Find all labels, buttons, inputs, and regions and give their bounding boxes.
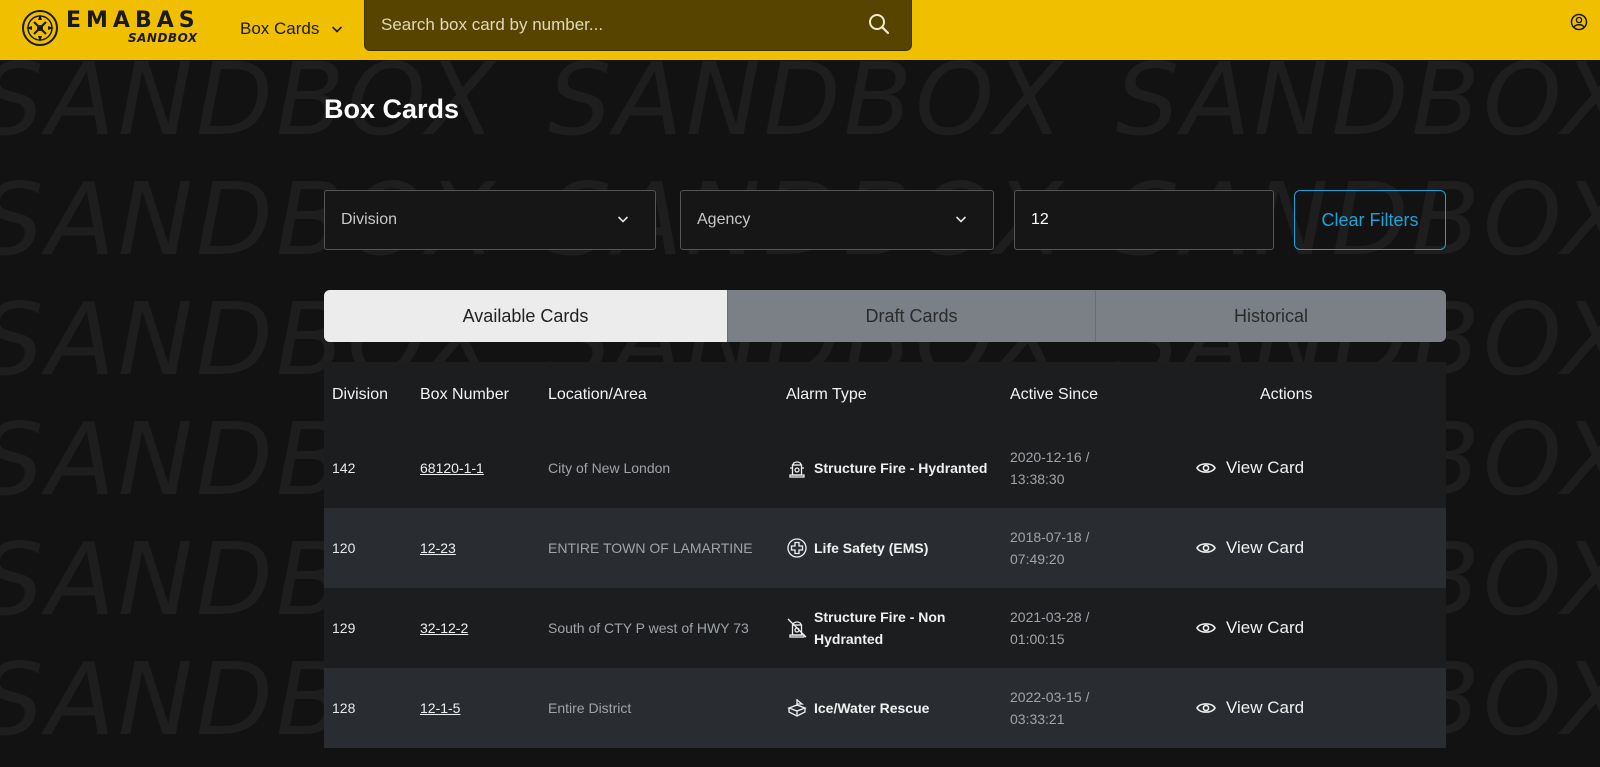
- eye-icon: [1196, 703, 1216, 713]
- agency-select-label: Agency: [697, 211, 751, 228]
- medical-cross-icon: [787, 538, 807, 558]
- chevron-down-icon: [332, 26, 343, 33]
- alarm-type-label: Structure Fire - Hydranted: [814, 460, 988, 476]
- box-number-link[interactable]: 32-12-2: [420, 620, 468, 636]
- firefighter-badge-icon: [22, 10, 58, 46]
- table-row: 120 12-23 ENTIRE TOWN OF LAMARTINE Life …: [324, 508, 1446, 588]
- column-header-active-since: Active Since: [1010, 386, 1099, 403]
- cell-location: ENTIRE TOWN OF LAMARTINE: [548, 540, 753, 556]
- cell-box-number: 12-23: [420, 508, 456, 588]
- box-number-link[interactable]: 12-1-5: [420, 700, 460, 716]
- boat-icon: [787, 699, 807, 717]
- tab-draft-cards[interactable]: Draft Cards: [727, 290, 1095, 342]
- agency-select[interactable]: Agency: [680, 190, 994, 250]
- column-header-box-number: Box Number: [420, 386, 509, 403]
- view-card-button[interactable]: View Card: [1196, 668, 1304, 748]
- cell-alarm-type: Life Safety (EMS): [786, 508, 1002, 588]
- box-cards-nav-menu[interactable]: Box Cards: [240, 12, 345, 46]
- alarm-icon-wrap: [786, 697, 814, 719]
- cell-division: 128: [332, 700, 356, 716]
- cell-location: Entire District: [548, 700, 632, 716]
- brand-logo[interactable]: EMABAS SANDBOX: [20, 4, 197, 54]
- cell-location: South of CTY P west of HWY 73: [548, 620, 749, 636]
- chevron-down-icon: [955, 216, 967, 223]
- column-header-location: Location/Area: [548, 386, 647, 403]
- clear-filters-button[interactable]: Clear Filters: [1294, 190, 1446, 250]
- column-header-alarm-type: Alarm Type: [786, 386, 867, 403]
- no-hydrant-icon: [787, 618, 807, 638]
- cell-active-since: 2018-07-18 /07:49:20: [1010, 529, 1090, 567]
- view-card-button[interactable]: View Card: [1196, 588, 1304, 668]
- alarm-icon-wrap: [786, 617, 814, 639]
- division-select-label: Division: [341, 211, 398, 228]
- brand-subtitle: SANDBOX: [128, 31, 198, 45]
- cell-division: 142: [332, 460, 356, 476]
- cell-active-since: 2020-12-16 /13:38:30: [1010, 449, 1090, 487]
- brand-name: EMABAS: [66, 8, 200, 33]
- box-cards-table: Division Box Number Location/Area Alarm …: [324, 362, 1446, 748]
- view-card-label: View Card: [1226, 538, 1305, 557]
- table-row: 142 68120-1-1 City of New London Structu…: [324, 428, 1446, 508]
- cell-box-number: 12-1-5: [420, 668, 460, 748]
- card-tabs: Available Cards Draft Cards Historical: [324, 290, 1446, 342]
- page-title: Box Cards: [324, 94, 460, 124]
- cell-box-number: 32-12-2: [420, 588, 468, 668]
- alarm-type-label: Structure Fire - Non Hydranted: [814, 609, 946, 647]
- alarm-icon-wrap: [786, 457, 814, 479]
- watermark-text: SANDBOX: [547, 60, 1066, 158]
- search-input[interactable]: [379, 0, 853, 50]
- table-row: 129 32-12-2 South of CTY P west of HWY 7…: [324, 588, 1446, 668]
- box-number-link[interactable]: 68120-1-1: [420, 460, 484, 476]
- view-card-label: View Card: [1226, 618, 1305, 637]
- cell-alarm-type: Ice/Water Rescue: [786, 668, 1002, 748]
- hydrant-icon: [789, 461, 805, 478]
- alarm-icon-wrap: [786, 537, 814, 559]
- view-card-button[interactable]: View Card: [1196, 428, 1304, 508]
- cell-location: City of New London: [548, 460, 671, 476]
- box-number-filter-input[interactable]: [1014, 190, 1274, 250]
- table-row: 128 12-1-5 Entire District Ice/Water Res…: [324, 668, 1446, 748]
- column-header-actions: Actions: [1260, 386, 1313, 403]
- search-bar: [364, 0, 912, 51]
- eye-icon: [1196, 463, 1216, 473]
- cell-division: 129: [332, 620, 356, 636]
- view-card-label: View Card: [1226, 698, 1305, 717]
- cell-alarm-type: Structure Fire - Non Hydranted: [786, 588, 1002, 668]
- tab-available-cards[interactable]: Available Cards: [324, 290, 727, 342]
- view-card-button[interactable]: View Card: [1196, 508, 1304, 588]
- box-number-link[interactable]: 12-23: [420, 540, 456, 556]
- watermark-text: SANDBOX: [1115, 60, 1600, 158]
- cell-active-since: 2022-03-15 /03:33:21: [1010, 689, 1090, 727]
- table-body: 142 68120-1-1 City of New London Structu…: [324, 428, 1446, 748]
- cell-division: 120: [332, 540, 356, 556]
- chevron-down-icon: [617, 216, 629, 223]
- eye-icon: [1196, 543, 1216, 553]
- alarm-type-label: Life Safety (EMS): [814, 540, 929, 556]
- nav-menu-label: Box Cards: [240, 19, 320, 38]
- alarm-type-label: Ice/Water Rescue: [814, 700, 930, 716]
- watermark-line: SANDBOXSANDBOXSANDBOXSANDBOX: [0, 60, 1600, 150]
- cell-box-number: 68120-1-1: [420, 428, 484, 508]
- table-header: Division Box Number Location/Area Alarm …: [324, 362, 1446, 428]
- column-header-division: Division: [332, 386, 389, 403]
- eye-icon: [1196, 623, 1216, 633]
- cell-alarm-type: Structure Fire - Hydranted: [786, 428, 1002, 508]
- cell-active-since: 2021-03-28 /01:00:15: [1010, 609, 1090, 647]
- division-select[interactable]: Division: [324, 190, 656, 250]
- search-icon[interactable]: [867, 12, 891, 36]
- tab-historical[interactable]: Historical: [1095, 290, 1446, 342]
- view-card-label: View Card: [1226, 458, 1305, 477]
- top-bar: EMABAS SANDBOX Box Cards: [0, 0, 1600, 60]
- user-account-icon[interactable]: [1570, 13, 1588, 31]
